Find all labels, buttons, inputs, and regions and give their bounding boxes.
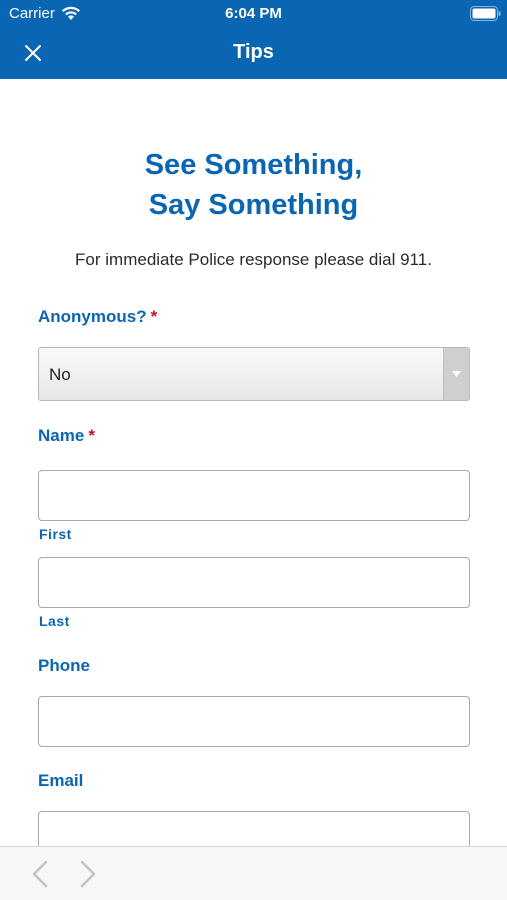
status-time: 6:04 PM: [225, 5, 282, 22]
triangle-down-icon: [452, 371, 461, 377]
email-input[interactable]: [38, 811, 470, 846]
browser-toolbar: [0, 846, 507, 900]
emergency-notice: For immediate Police response please dia…: [75, 250, 432, 269]
forward-button[interactable]: [76, 859, 100, 889]
last-name-input[interactable]: [38, 557, 470, 608]
last-name-sublabel: Last: [39, 613, 70, 629]
name-label: Name *: [38, 426, 95, 446]
battery-icon: [470, 6, 501, 21]
back-button[interactable]: [28, 859, 52, 889]
heading-line-1: See Something,: [144, 149, 363, 181]
dropdown-arrow: [443, 348, 469, 400]
required-mark: *: [150, 307, 158, 326]
app-header: Carrier 6:04 PM Tips: [0, 0, 507, 79]
phone-label: Phone: [38, 656, 90, 675]
tip-form: See Something, Say Something For immedia…: [0, 79, 507, 846]
navigation-bar: Tips: [0, 28, 507, 79]
anonymous-label-text: Anonymous?: [38, 307, 147, 326]
chevron-left-icon: [32, 860, 48, 888]
form-heading: See Something, Say Something: [0, 145, 507, 225]
status-bar: Carrier 6:04 PM: [0, 0, 507, 28]
required-mark: *: [88, 426, 95, 445]
first-name-input[interactable]: [38, 470, 470, 521]
name-label-text: Name: [38, 426, 85, 445]
email-label: Email: [38, 771, 84, 790]
heading-line-2: Say Something: [148, 189, 359, 221]
first-name-sublabel: First: [39, 526, 72, 542]
anonymous-selected-value: No: [49, 365, 71, 384]
chevron-right-icon: [80, 860, 96, 888]
page-title: Tips: [233, 41, 274, 63]
anonymous-select[interactable]: No: [38, 347, 470, 401]
phone-input[interactable]: [38, 696, 470, 747]
anonymous-label: Anonymous? *: [38, 307, 157, 327]
